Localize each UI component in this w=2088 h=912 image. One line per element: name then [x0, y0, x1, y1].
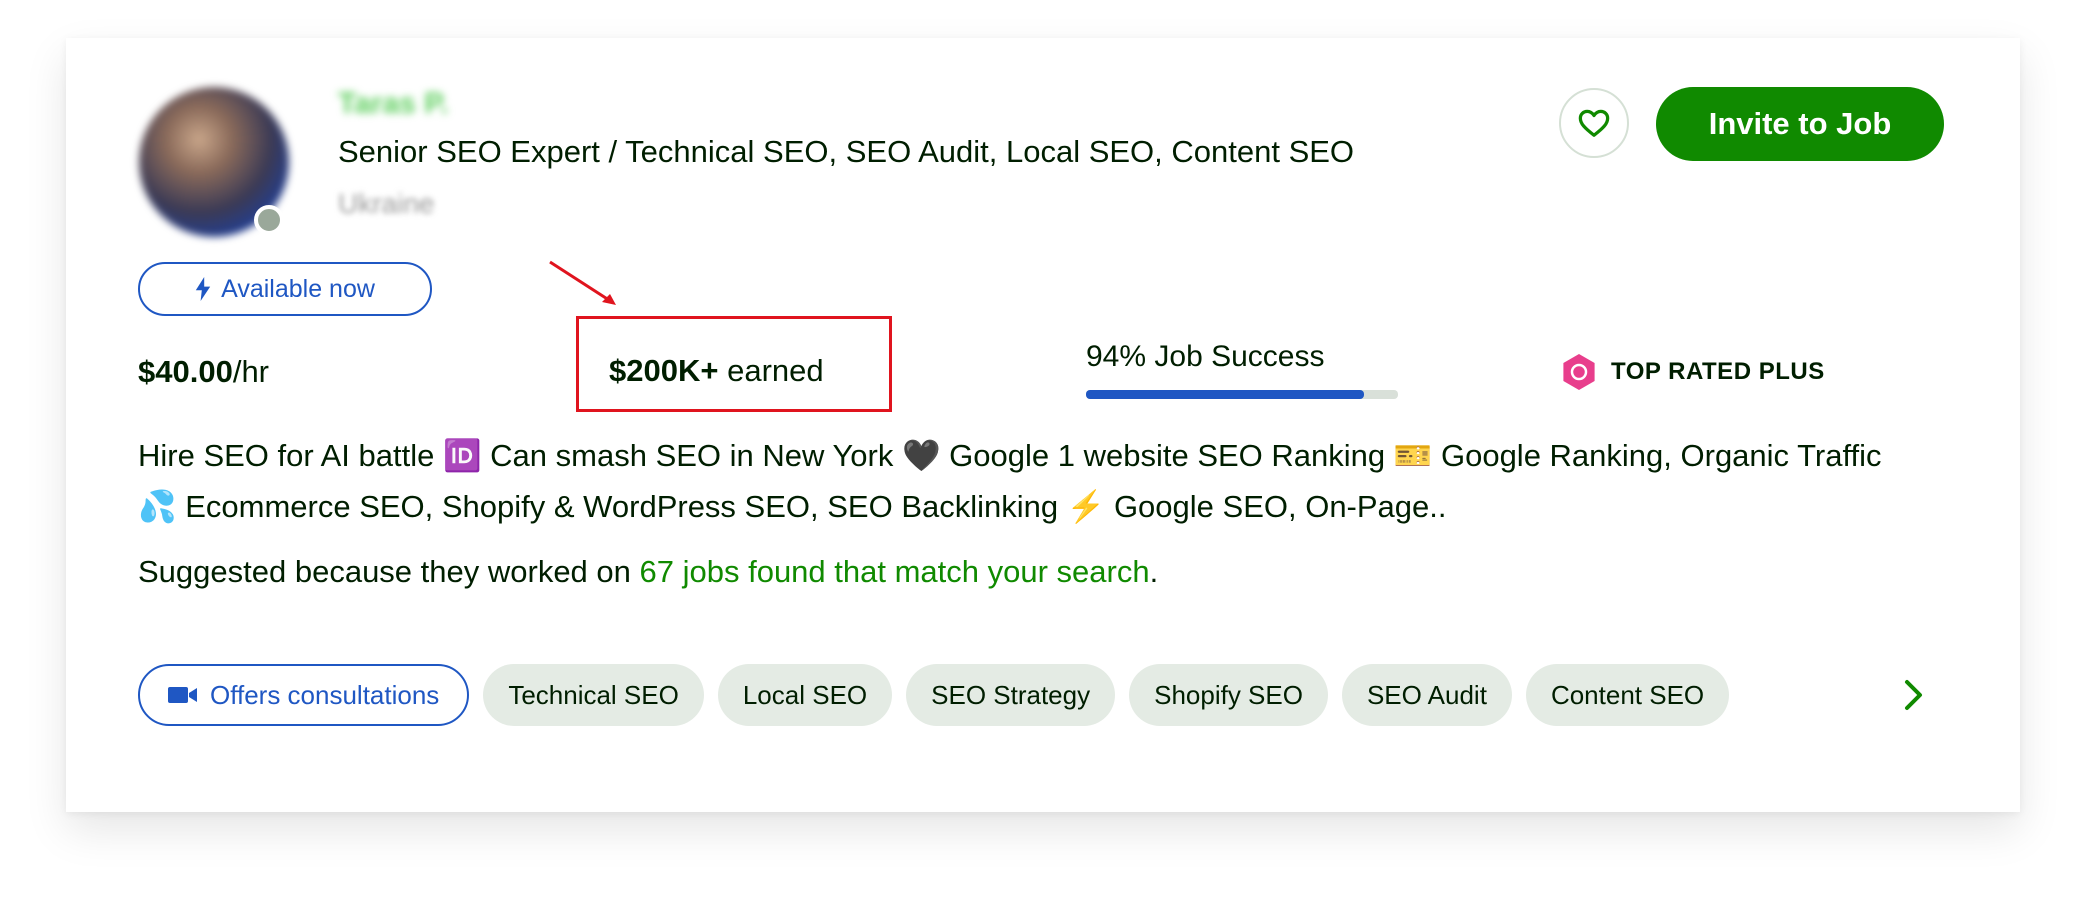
total-earned: $200K+ earned: [609, 353, 824, 389]
earned-value: $200K+: [609, 353, 719, 388]
suggestion-reason: Suggested because they worked on 67 jobs…: [138, 554, 1158, 590]
annotation-arrow: [549, 260, 616, 305]
job-success-label: 94% Job Success: [1086, 340, 1325, 373]
freelancer-headline: Senior SEO Expert / Technical SEO, SEO A…: [338, 134, 1355, 169]
heart-icon: [1578, 109, 1610, 137]
available-now-badge: Available now: [138, 262, 432, 316]
chevron-right-icon: [1905, 680, 1922, 710]
availability-label: Available now: [221, 274, 375, 303]
skills-track: Offers consultations Technical SEO Local…: [138, 664, 1878, 726]
earned-label: earned: [718, 353, 824, 388]
suggested-suffix: .: [1149, 554, 1159, 589]
suggested-prefix: Suggested because they worked on: [138, 554, 640, 589]
skill-chip[interactable]: SEO Strategy: [906, 664, 1116, 726]
save-freelancer-button[interactable]: [1559, 88, 1629, 158]
skills-row: Offers consultations Technical SEO Local…: [138, 663, 1948, 727]
hourly-rate: $40.00/hr: [138, 354, 269, 390]
online-status-dot: [254, 205, 284, 235]
freelancer-card[interactable]: Taras P. Senior SEO Expert / Technical S…: [66, 38, 2020, 812]
skill-chip[interactable]: Content SEO: [1525, 664, 1730, 726]
rate-unit: /hr: [232, 354, 270, 389]
freelancer-name[interactable]: Taras P.: [338, 87, 449, 121]
offers-consultations-button[interactable]: Offers consultations: [138, 664, 470, 726]
job-success-bar-fill: [1086, 390, 1364, 399]
matching-jobs-link[interactable]: 67 jobs found that match your search: [640, 554, 1150, 589]
skill-chip[interactable]: SEO Audit: [1341, 664, 1512, 726]
invite-to-job-button[interactable]: Invite to Job: [1656, 87, 1944, 161]
skill-chip[interactable]: Shopify SEO: [1129, 664, 1328, 726]
profile-overview[interactable]: Hire SEO for AI battle 🆔 Can smash SEO i…: [138, 430, 1908, 532]
job-success-bar: [1086, 390, 1398, 399]
top-rated-badge-icon: [1563, 354, 1595, 390]
top-rated-plus-badge: TOP RATED PLUS: [1559, 352, 1825, 392]
video-camera-icon: [168, 687, 197, 703]
lightning-icon: [195, 277, 211, 301]
skills-next-button[interactable]: [1892, 673, 1936, 717]
consultation-label: Offers consultations: [210, 679, 440, 710]
rate-value: $40.00: [138, 354, 233, 389]
freelancer-location: Ukraine: [338, 188, 435, 219]
skill-chip[interactable]: Technical SEO: [483, 664, 704, 726]
top-rated-label: TOP RATED PLUS: [1611, 358, 1825, 385]
skill-chip[interactable]: Local SEO: [717, 664, 893, 726]
